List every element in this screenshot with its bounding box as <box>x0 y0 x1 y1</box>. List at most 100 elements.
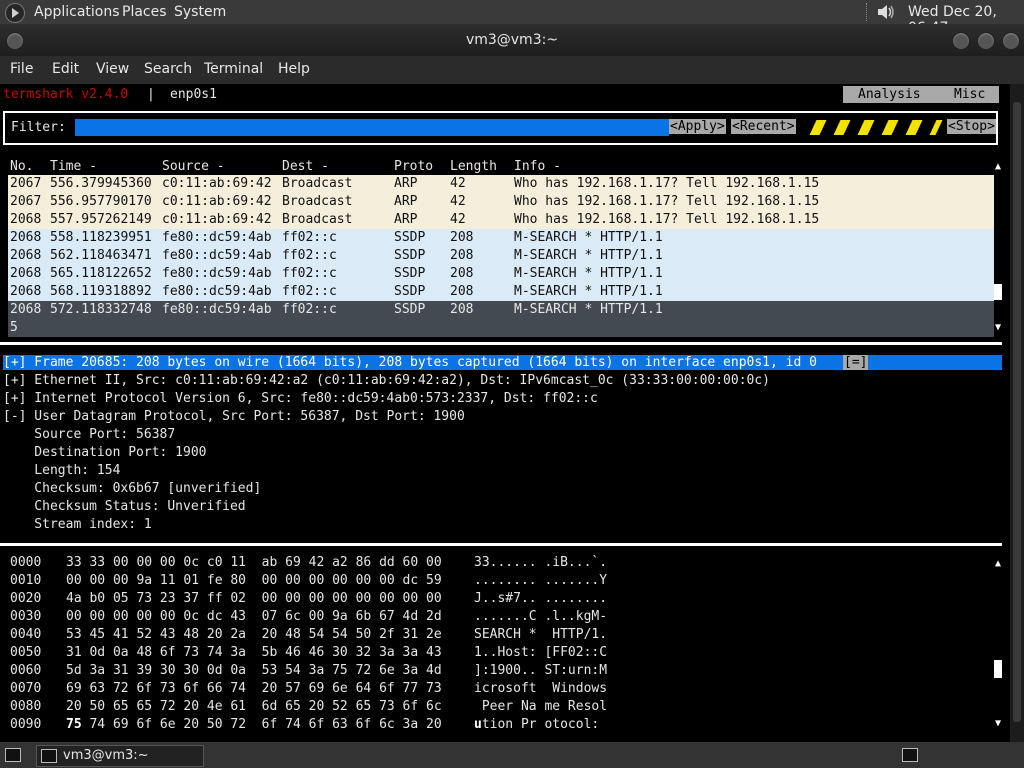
tab-analysis[interactable]: Analysis <box>858 87 921 102</box>
hex-offset: 0010 <box>10 573 42 588</box>
terminal-scroll-thumb[interactable] <box>1013 102 1021 722</box>
menu-view[interactable]: View <box>96 61 129 77</box>
cell-src: c0:11:ab:69:42 <box>162 212 272 227</box>
hex-scroll-thumb[interactable] <box>994 660 1002 678</box>
hex-ascii[interactable]: J..s#7.. ........ <box>474 591 607 606</box>
minimize-button[interactable] <box>952 32 970 50</box>
cell-info: M-SEARCH * HTTP/1.1 <box>514 302 663 317</box>
table-row[interactable]: 2068 557.957262149 c0:11:ab:69:42 Broadcast… <box>8 211 994 229</box>
hex-ascii[interactable]: 33...... .iB...`. <box>474 555 607 570</box>
cell-proto: SSDP <box>394 248 426 263</box>
hex-bytes[interactable]: 53 45 41 52 43 48 20 2a 20 48 54 54 50 2… <box>66 627 442 642</box>
hex-bytes[interactable]: 00 00 00 9a 11 01 fe 80 00 00 00 00 00 0… <box>66 573 442 588</box>
hex-scroll-up-icon[interactable]: ▲ <box>995 558 1001 569</box>
hex-bytes[interactable]: 31 0d 0a 48 6f 73 74 3a 5b 46 46 30 32 3… <box>66 645 442 660</box>
cell-no: 2067 <box>10 194 42 209</box>
hex-bytes[interactable]: 4a b0 05 73 23 37 ff 02 00 00 00 00 00 0… <box>66 591 442 606</box>
cell-src: fe80::dc59:4ab <box>162 266 272 281</box>
recent-button[interactable]: <Recent> <box>731 119 796 134</box>
hex-ascii[interactable]: ]:1900.. ST:urn:M <box>474 663 607 678</box>
col-info[interactable]: Info - <box>514 159 561 174</box>
cell-time: 558.118239951 <box>50 230 152 245</box>
col-dest[interactable]: Dest - <box>282 159 329 174</box>
hex-ascii[interactable]: ution Pr otocol: <box>474 717 599 732</box>
detail-line[interactable]: Checksum: 0x6b67 [unverified] <box>3 481 261 496</box>
window-titlebar[interactable]: vm3@vm3:~ <box>0 24 1024 56</box>
packet-list-scroll-down-icon[interactable]: ▼ <box>995 322 1001 333</box>
cell-len: 208 <box>450 266 474 281</box>
hex-scroll-down-icon[interactable]: ▼ <box>995 718 1001 729</box>
hex-bytes[interactable]: 69 63 72 6f 73 6f 66 74 20 57 69 6e 64 6… <box>66 681 442 696</box>
col-length[interactable]: Length <box>450 159 497 174</box>
top-panel: Applications Places System Wed Dec 20, 0… <box>0 0 1024 36</box>
packet-list-scroll-up-icon[interactable]: ▲ <box>995 161 1001 172</box>
detail-line[interactable]: Destination Port: 1900 <box>3 445 206 460</box>
table-row[interactable]: 2068 562.118463471 fe80::dc59:4ab ff02::c SS… <box>8 247 994 265</box>
detail-line[interactable]: Source Port: 56387 <box>3 427 175 442</box>
workspace-switcher-icon[interactable] <box>902 748 918 762</box>
hex-bytes[interactable]: 33 33 00 00 00 0c c0 11 ab 69 42 a2 86 d… <box>66 555 442 570</box>
volume-icon[interactable] <box>876 3 896 21</box>
menu-file[interactable]: File <box>10 61 33 77</box>
cell-time: 568.119318892 <box>50 284 152 299</box>
menu-edit[interactable]: Edit <box>52 61 79 77</box>
hex-ascii[interactable]: .......C .l..kgM- <box>474 609 607 624</box>
details-collapse-marker[interactable]: [=] <box>843 355 869 370</box>
cell-proto: SSDP <box>394 302 426 317</box>
table-row[interactable]: 2068 565.118122652 fe80::dc59:4ab ff02::c SS… <box>8 265 994 283</box>
bottom-panel: vm3@vm3:~ <box>0 742 1024 768</box>
maximize-button[interactable] <box>977 32 995 50</box>
menu-terminal[interactable]: Terminal <box>204 61 263 77</box>
detail-line[interactable]: [+] Internet Protocol Version 6, Src: fe… <box>3 391 598 406</box>
taskbar-item-terminal[interactable]: vm3@vm3:~ <box>36 745 204 767</box>
table-row[interactable]: 2067 556.379945360 c0:11:ab:69:42 Broadcast… <box>8 175 994 193</box>
hex-bytes[interactable]: 5d 3a 31 39 30 30 0d 0a 53 54 3a 75 72 6… <box>66 663 442 678</box>
menu-help[interactable]: Help <box>278 61 310 77</box>
detail-line[interactable]: Checksum Status: Unverified <box>3 499 245 514</box>
cell-src: fe80::dc59:4ab <box>162 230 272 245</box>
cell-no: 2068 <box>10 248 42 263</box>
hex-bytes[interactable]: 20 50 65 65 72 20 4e 61 6d 65 20 52 65 7… <box>66 699 442 714</box>
hex-ascii[interactable]: Peer Na me Resol <box>474 699 607 714</box>
detail-line[interactable]: [-] User Datagram Protocol, Src Port: 56… <box>3 409 465 424</box>
system-menu[interactable]: System <box>174 4 226 20</box>
distro-logo-icon[interactable] <box>5 3 25 23</box>
apply-button[interactable]: <Apply> <box>669 119 726 134</box>
table-row[interactable]: 2068 558.118239951 fe80::dc59:4ab ff02::c SS… <box>8 229 994 247</box>
close-button[interactable] <box>1002 32 1020 50</box>
applications-menu[interactable]: Applications <box>34 4 120 20</box>
hex-ascii[interactable]: ........ .......Y <box>474 573 607 588</box>
tab-misc[interactable]: Misc <box>954 87 985 102</box>
col-proto[interactable]: Proto <box>394 159 433 174</box>
detail-line[interactable]: [+] Ethernet II, Src: c0:11:ab:69:42:a2 … <box>3 373 770 388</box>
hex-ascii[interactable]: SEARCH * HTTP/1. <box>474 627 607 642</box>
packet-list-scroll-thumb[interactable] <box>994 284 1002 300</box>
detail-line[interactable]: Length: 154 <box>3 463 120 478</box>
interface-name: enp0s1 <box>170 87 217 102</box>
show-desktop-icon[interactable] <box>5 748 21 762</box>
terminal-scrollbar[interactable] <box>1010 84 1024 742</box>
filter-label: Filter: <box>11 120 66 135</box>
cell-no: 2068 <box>10 212 42 227</box>
cell-src: fe80::dc59:4ab <box>162 302 272 317</box>
hex-bytes[interactable]: 75 74 69 6f 6e 20 50 72 6f 74 6f 63 6f 6… <box>66 717 442 732</box>
cell-dst: Broadcast <box>282 176 353 191</box>
terminal-area[interactable]: termshark v2.4.0 | enp0s1 Analysis Misc … <box>0 84 1024 742</box>
cell-proto: SSDP <box>394 266 426 281</box>
table-row[interactable]: 2068 568.119318892 fe80::dc59:4ab ff02::c SS… <box>8 283 994 301</box>
hex-ascii[interactable]: icrosoft Windows <box>474 681 607 696</box>
detail-line[interactable]: Stream index: 1 <box>3 517 151 532</box>
hex-bytes[interactable]: 00 00 00 00 00 0c dc 43 07 6c 00 9a 6b 6… <box>66 609 442 624</box>
col-time[interactable]: Time - <box>50 159 97 174</box>
table-row[interactable]: 2067 556.957790170 c0:11:ab:69:42 Broadcast… <box>8 193 994 211</box>
stop-button[interactable]: <Stop> <box>947 119 996 134</box>
cell-info: Who has 192.168.1.17? Tell 192.168.1.15 <box>514 176 820 191</box>
hex-ascii[interactable]: 1..Host: [FF02::C <box>474 645 607 660</box>
col-source[interactable]: Source - <box>162 159 225 174</box>
menu-search[interactable]: Search <box>144 61 192 77</box>
cell-time: 562.118463471 <box>50 248 152 263</box>
places-menu[interactable]: Places <box>122 4 167 20</box>
filter-input[interactable] <box>75 119 669 136</box>
table-row-selected[interactable]: 2068 572.118332748 fe80::dc59:4ab ff02::c SS… <box>8 301 994 337</box>
col-no[interactable]: No. <box>10 159 33 174</box>
